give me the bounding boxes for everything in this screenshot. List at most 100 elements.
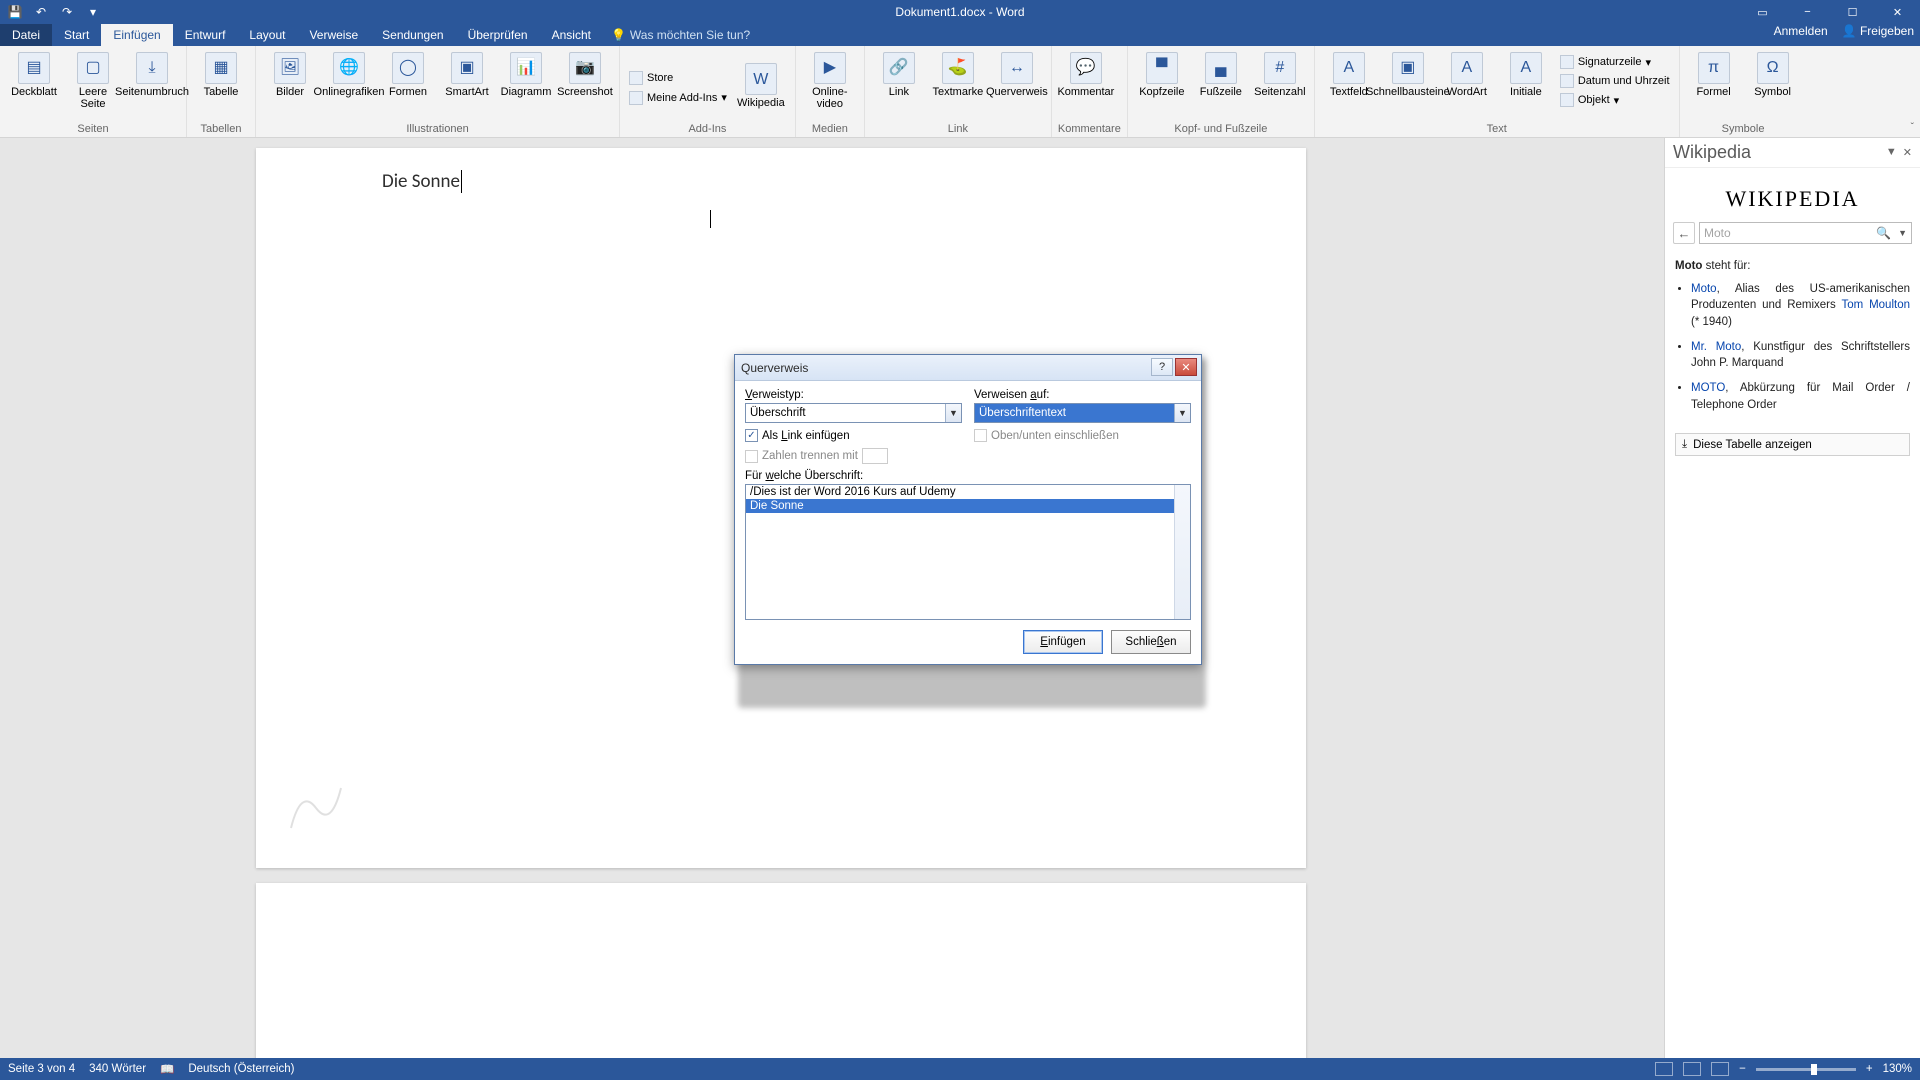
ribbon-display-options-icon[interactable]: ▭ — [1740, 0, 1785, 24]
wordart-button[interactable]: AWordArt — [1439, 48, 1495, 98]
redo-icon[interactable]: ↷ — [58, 3, 76, 21]
status-language[interactable]: Deutsch (Österreich) — [188, 1063, 294, 1075]
tab-verweise[interactable]: Verweise — [297, 24, 370, 46]
smartart-button[interactable]: ▣SmartArt — [439, 48, 495, 98]
symbol-button[interactable]: ΩSymbol — [1745, 48, 1801, 98]
ribbon-group-addins: Store Meine Add-Ins ▾ WWikipedia Add-Ins — [620, 46, 796, 137]
verweisen-auf-combo[interactable]: Überschriftentext▼ — [974, 403, 1191, 423]
chevron-down-icon[interactable]: ▼ — [945, 404, 961, 422]
fuer-welche-label: Für welche Überschrift: — [745, 470, 1191, 482]
signaturzeile-button[interactable]: Signaturzeile ▾ — [1557, 54, 1673, 70]
status-page[interactable]: Seite 3 von 4 — [8, 1063, 75, 1075]
wiki-search-input[interactable]: Moto 🔍 ▼ — [1699, 222, 1912, 244]
web-layout-icon[interactable] — [1711, 1062, 1729, 1076]
minimize-icon[interactable]: − — [1785, 0, 1830, 24]
wiki-link[interactable]: Mr. Moto — [1691, 341, 1741, 353]
date-time-icon — [1560, 74, 1574, 88]
ribbon-group-symbole: πFormel ΩSymbol Symbole — [1680, 46, 1807, 137]
schliessen-button[interactable]: Schließen — [1111, 630, 1191, 654]
wiki-link[interactable]: Tom Moulton — [1841, 299, 1910, 311]
tab-einfuegen[interactable]: Einfügen — [101, 24, 172, 46]
diagramm-button[interactable]: 📊Diagramm — [498, 48, 554, 98]
zoom-level[interactable]: 130% — [1883, 1063, 1912, 1075]
share-button[interactable]: 👤 Freigeben — [1842, 24, 1914, 38]
ribbon-tabs: Datei Start Einfügen Entwurf Layout Verw… — [0, 24, 1920, 46]
meine-addins-button[interactable]: Meine Add-Ins ▾ — [626, 90, 730, 106]
wiki-show-table-button[interactable]: ⤓ Diese Tabelle anzeigen — [1675, 433, 1910, 456]
bilder-button[interactable]: 🖼Bilder — [262, 48, 318, 98]
document-heading[interactable]: Die Sonne — [382, 170, 462, 193]
zoom-slider[interactable] — [1756, 1068, 1856, 1071]
chevron-down-icon[interactable]: ▼ — [1898, 228, 1907, 238]
initiale-button[interactable]: AInitiale — [1498, 48, 1554, 98]
schnellbausteine-button[interactable]: ▣Schnellbausteine — [1380, 48, 1436, 98]
store-button[interactable]: Store — [626, 70, 730, 86]
link-button[interactable]: 🔗Link — [871, 48, 927, 98]
kommentar-button[interactable]: 💬Kommentar — [1058, 48, 1114, 98]
fusszeile-button[interactable]: ▄Fußzeile — [1193, 48, 1249, 98]
kopfzeile-button[interactable]: ▀Kopfzeile — [1134, 48, 1190, 98]
heading-listbox[interactable]: /Dies ist der Word 2016 Kurs auf Udemy D… — [745, 484, 1191, 620]
einfuegen-button[interactable]: Einfügen — [1023, 630, 1103, 654]
spellcheck-icon[interactable]: 📖 — [160, 1062, 174, 1076]
formel-button[interactable]: πFormel — [1686, 48, 1742, 98]
dialog-help-icon[interactable]: ? — [1151, 358, 1173, 376]
undo-icon[interactable]: ↶ — [32, 3, 50, 21]
wiki-link[interactable]: MOTO — [1691, 382, 1725, 394]
text-cursor — [710, 210, 711, 228]
pane-close-icon[interactable]: ✕ — [1903, 146, 1912, 159]
formen-button[interactable]: ◯Formen — [380, 48, 436, 98]
save-icon[interactable]: 💾 — [6, 3, 24, 21]
ribbon-group-text: ATextfeld ▣Schnellbausteine AWordArt AIn… — [1315, 46, 1680, 137]
wiki-link[interactable]: Moto — [1691, 283, 1717, 295]
tab-ansicht[interactable]: Ansicht — [540, 24, 603, 46]
list-item[interactable]: Die Sonne — [746, 499, 1190, 513]
tab-entwurf[interactable]: Entwurf — [173, 24, 238, 46]
document-page-next[interactable] — [256, 883, 1306, 1058]
tab-ueberpruefen[interactable]: Überprüfen — [456, 24, 540, 46]
read-mode-icon[interactable] — [1655, 1062, 1673, 1076]
onlinevideo-button[interactable]: ▶Online-video — [802, 48, 858, 110]
checkbox-icon — [745, 450, 758, 463]
collapse-ribbon-icon[interactable]: ˇ — [1911, 122, 1914, 133]
object-icon — [1560, 93, 1574, 107]
tab-sendungen[interactable]: Sendungen — [370, 24, 455, 46]
seitenzahl-button[interactable]: #Seitenzahl — [1252, 48, 1308, 98]
tab-file[interactable]: Datei — [0, 24, 52, 46]
print-layout-icon[interactable] — [1683, 1062, 1701, 1076]
pane-options-icon[interactable]: ▼ — [1886, 146, 1897, 159]
tell-me-search[interactable]: 💡 Was möchten Sie tun? — [611, 24, 750, 46]
screenshot-button[interactable]: 📷Screenshot — [557, 48, 613, 98]
deckblatt-button[interactable]: ▤Deckblatt — [6, 48, 62, 98]
search-icon[interactable]: 🔍 — [1876, 226, 1891, 240]
tabelle-button[interactable]: ▦Tabelle — [193, 48, 249, 98]
signin-link[interactable]: Anmelden — [1774, 24, 1828, 38]
group-label-addins: Add-Ins — [626, 121, 789, 137]
zoom-in-icon[interactable]: + — [1866, 1063, 1873, 1075]
qat-customize-icon[interactable]: ▾ — [84, 3, 102, 21]
listbox-scrollbar[interactable] — [1174, 485, 1190, 619]
objekt-button[interactable]: Objekt ▾ — [1557, 92, 1673, 108]
tell-me-placeholder: Was möchten Sie tun? — [630, 28, 750, 42]
verweistyp-combo[interactable]: Überschrift▼ — [745, 403, 962, 423]
wikipedia-button[interactable]: WWikipedia — [733, 59, 789, 109]
chevron-down-icon[interactable]: ▼ — [1174, 404, 1190, 422]
wiki-back-button[interactable]: ← — [1673, 222, 1695, 244]
pictures-icon: 🖼 — [274, 52, 306, 84]
close-icon[interactable]: ✕ — [1875, 0, 1920, 24]
textmarke-button[interactable]: ⛳Textmarke — [930, 48, 986, 98]
datum-uhrzeit-button[interactable]: Datum und Uhrzeit — [1557, 73, 1673, 89]
dialog-close-icon[interactable]: ✕ — [1175, 358, 1197, 376]
als-link-checkbox[interactable]: ✓Als Link einfügen — [745, 429, 962, 442]
list-item[interactable]: /Dies ist der Word 2016 Kurs auf Udemy — [746, 485, 1190, 499]
onlinegrafiken-button[interactable]: 🌐Onlinegrafiken — [321, 48, 377, 98]
tab-layout[interactable]: Layout — [237, 24, 297, 46]
status-words[interactable]: 340 Wörter — [89, 1063, 146, 1075]
maximize-icon[interactable]: ☐ — [1830, 0, 1875, 24]
leere-seite-button[interactable]: ▢Leere Seite — [65, 48, 121, 110]
querverweis-button[interactable]: ↔Querverweis — [989, 48, 1045, 98]
seitenumbruch-button[interactable]: ⤓Seitenumbruch — [124, 48, 180, 98]
zoom-out-icon[interactable]: − — [1739, 1063, 1746, 1075]
tab-start[interactable]: Start — [52, 24, 101, 46]
dialog-titlebar[interactable]: Querverweis ? ✕ — [735, 355, 1201, 381]
